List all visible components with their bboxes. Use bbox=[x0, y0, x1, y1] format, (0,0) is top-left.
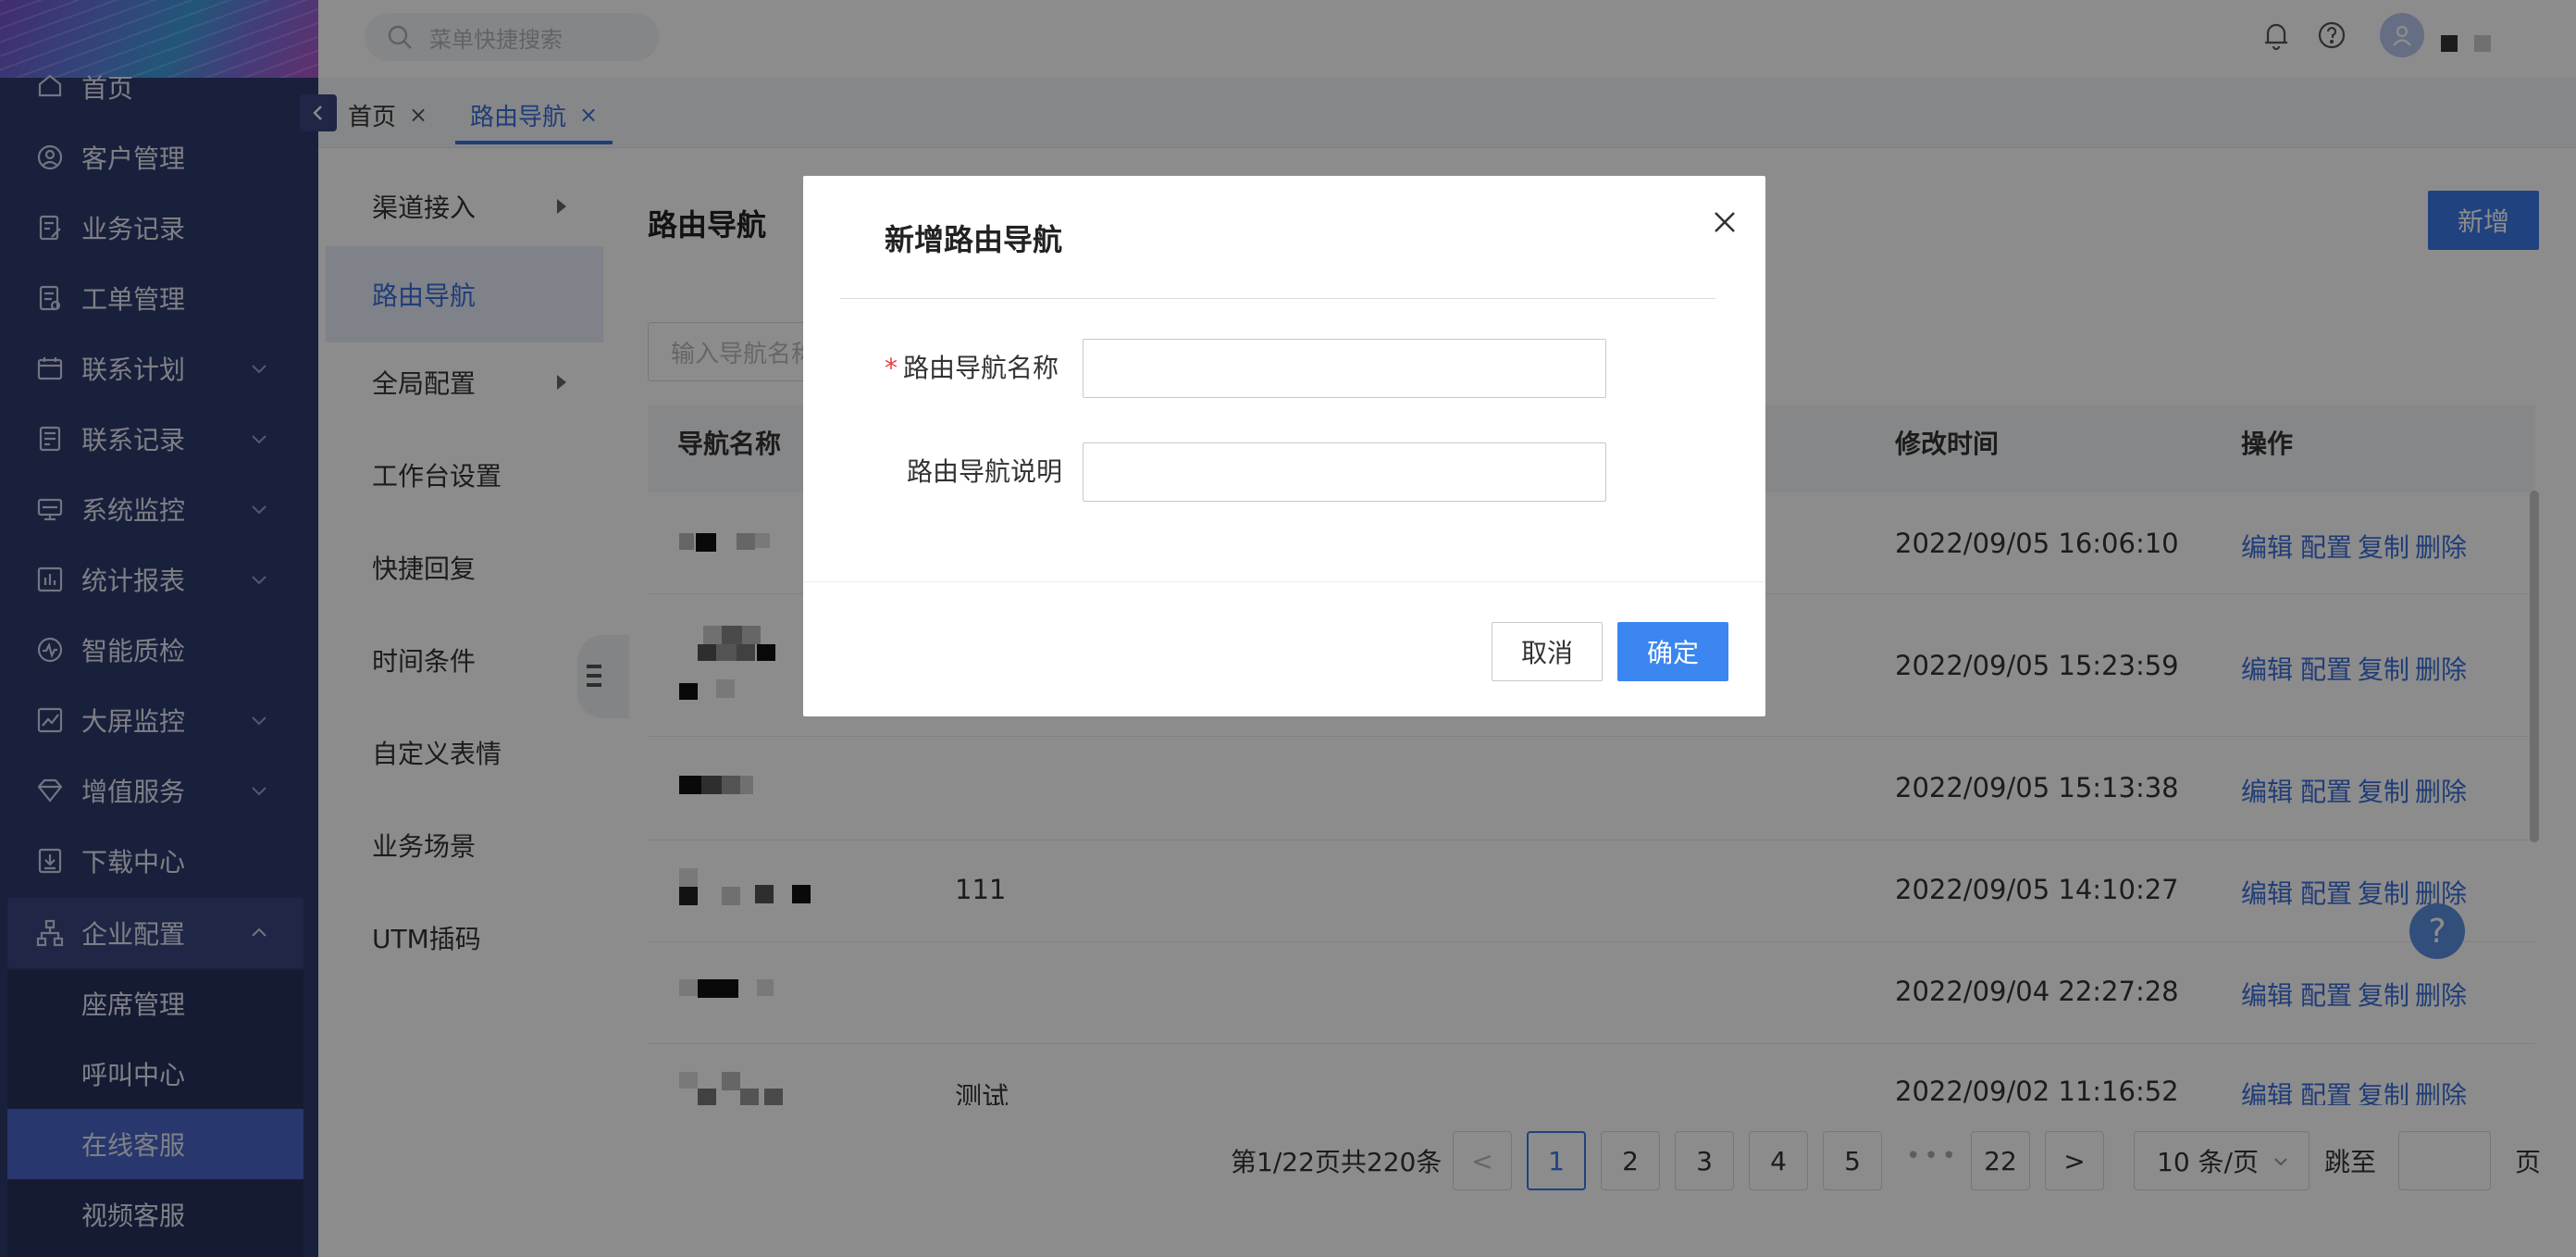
route-name-input[interactable] bbox=[1083, 339, 1606, 398]
required-marker: * bbox=[885, 353, 898, 383]
dialog-divider bbox=[840, 298, 1715, 299]
close-icon[interactable] bbox=[1706, 204, 1743, 241]
add-route-navigation-dialog: 新增路由导航 * 路由导航名称 路由导航说明 取消 确定 bbox=[803, 176, 1765, 716]
route-name-label: * 路由导航名称 bbox=[885, 348, 1059, 385]
confirm-button[interactable]: 确定 bbox=[1617, 622, 1728, 681]
dialog-footer-divider bbox=[803, 581, 1765, 582]
route-description-label: 路由导航说明 bbox=[907, 456, 1063, 487]
route-description-input[interactable] bbox=[1083, 442, 1606, 502]
route-name-label-text: 路由导航名称 bbox=[903, 353, 1059, 383]
dialog-title: 新增路由导航 bbox=[885, 222, 1063, 257]
cancel-button[interactable]: 取消 bbox=[1492, 622, 1603, 681]
